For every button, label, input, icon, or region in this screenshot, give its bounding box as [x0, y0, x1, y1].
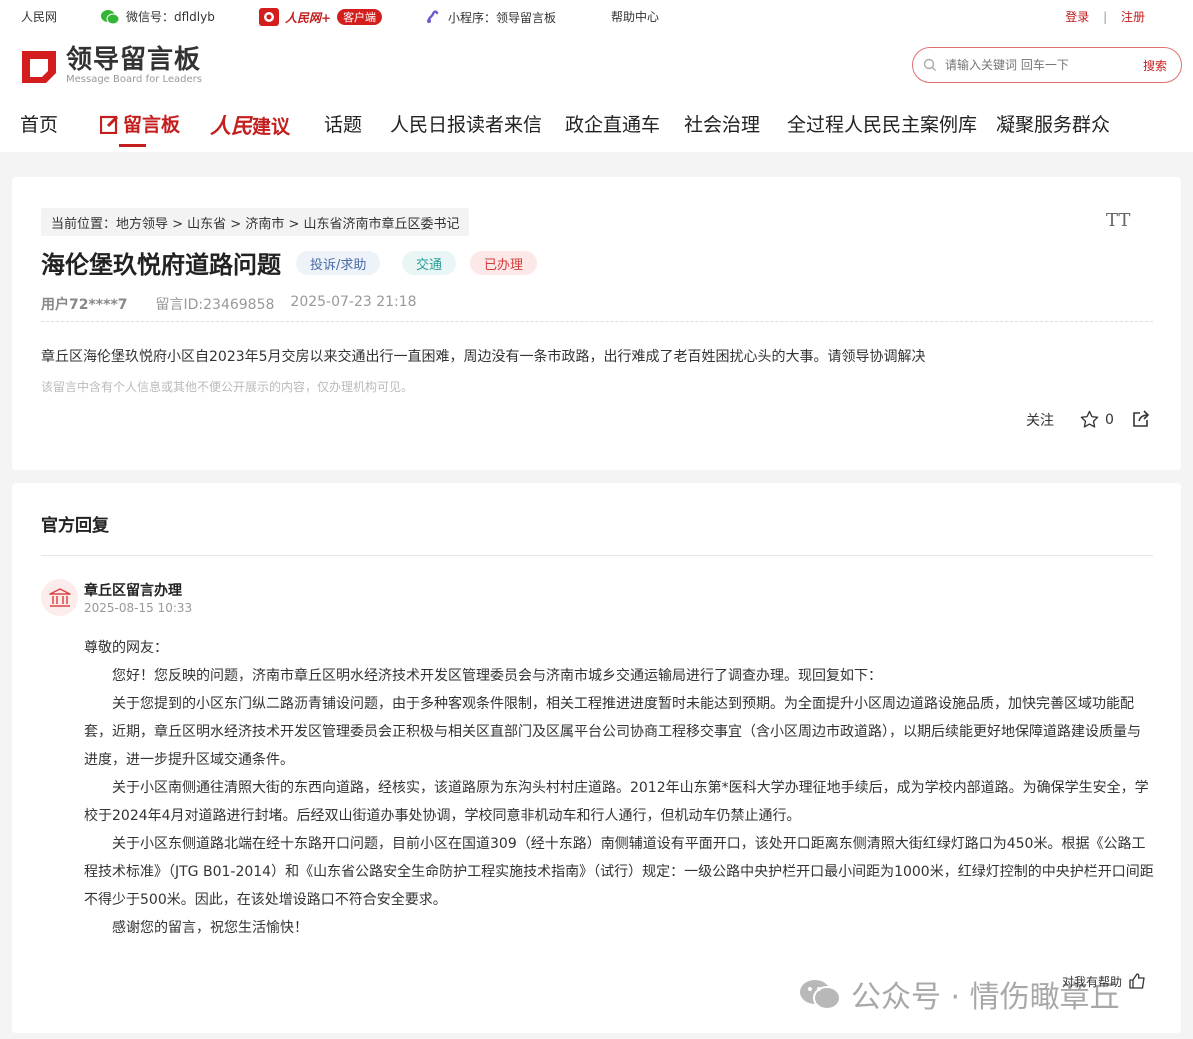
reply-section-title: 官方回复	[41, 516, 109, 536]
nav-item-topics[interactable]: 话题	[324, 110, 362, 137]
logo-title: 领导留言板	[66, 45, 202, 75]
wechat-icon	[101, 9, 120, 24]
site-link[interactable]: 人民网	[21, 8, 57, 25]
nav-label-message-board: 留言板	[123, 114, 181, 136]
post-id: 留言ID:23469858	[155, 297, 275, 313]
wechat-link[interactable]: 微信号：dfldlyb	[100, 8, 215, 25]
help-label: 帮助中心	[611, 10, 660, 24]
nav-item-democracy-cases[interactable]: 全过程人民民主案例库	[787, 110, 977, 137]
site-logo[interactable]: 领导留言板 Message Board for Leaders	[20, 46, 202, 86]
like-button[interactable]: 0	[1080, 410, 1114, 429]
font-size-toggle-icon[interactable]: TT	[1106, 210, 1130, 231]
edit-icon	[100, 115, 119, 134]
site-label: 人民网	[21, 10, 58, 24]
tag-status: 已办理	[470, 251, 538, 275]
star-icon	[1080, 410, 1099, 428]
reply-body: 尊敬的网友： 您好！您反映的问题，济南市章丘区明水经济技术开发区管理委员会与济南…	[84, 634, 1154, 942]
help-link[interactable]: 帮助中心	[611, 8, 659, 25]
reply-paragraph: 关于小区东侧道路北端在经十东路开口问题，目前小区在国道309（经十东路）南侧辅道…	[84, 836, 1154, 908]
wechat-label: 微信号：dfldlyb	[126, 10, 215, 24]
register-link[interactable]: 注册	[1121, 10, 1145, 24]
wechat-watermark-icon	[800, 980, 841, 1010]
government-building-icon	[48, 587, 71, 607]
nav-item-serve-masses[interactable]: 凝聚服务群众	[996, 110, 1110, 137]
logo-mark-icon	[22, 51, 56, 83]
miniprogram-link[interactable]: 小程序：领导留言板	[424, 8, 556, 26]
divider	[41, 321, 1153, 322]
post-user: 用户72****7	[41, 297, 128, 313]
nav-item-home[interactable]: 首页	[20, 110, 58, 137]
logo-subtitle: Message Board for Leaders	[66, 74, 203, 85]
reply-org: 章丘区留言办理	[84, 583, 182, 599]
nav-item-readers-letters[interactable]: 人民日报读者来信	[390, 110, 542, 137]
nav-item-message-board[interactable]: 留言板	[100, 110, 180, 137]
auth-links: 登录 | 注册	[1065, 8, 1145, 25]
privacy-note: 该留言中含有个人信息或其他不便公开展示的内容，仅办理机构可见。	[41, 380, 414, 394]
nav-brand-prefix: 人民	[210, 113, 252, 138]
share-button[interactable]	[1132, 410, 1150, 428]
auth-divider: |	[1103, 10, 1108, 24]
share-icon	[1133, 410, 1150, 427]
active-nav-underline	[119, 144, 146, 147]
follow-label: 关注	[1026, 413, 1054, 429]
thumbs-up-icon	[1129, 973, 1145, 989]
breadcrumb[interactable]: 当前位置：地方领导 > 山东省 > 济南市 > 山东省济南市章丘区委书记	[41, 208, 470, 236]
nav-item-enterprise[interactable]: 政企直通车	[565, 110, 660, 137]
app-badge: 客户端	[337, 9, 383, 25]
site-header: 人民网 微信号：dfldlyb 人民网+ 客户端 小程序：领导留言板 帮助中心 …	[0, 0, 1193, 152]
post-content: 章丘区海伦堡玖悦府小区自2023年5月交房以来交通出行一直困难，周边没有一条市政…	[41, 349, 926, 365]
app-name: 人民网+	[285, 10, 332, 25]
tag-field: 交通	[402, 251, 457, 275]
reply-greeting: 尊敬的网友：	[84, 640, 168, 656]
miniprogram-label: 小程序：领导留言板	[448, 10, 557, 25]
search-box: 搜索	[912, 47, 1182, 83]
search-icon	[923, 58, 936, 71]
like-count: 0	[1105, 411, 1114, 428]
post-meta: 用户72****7 留言ID:23469858 2025-07-23 21:18	[41, 294, 417, 314]
reply-paragraph: 关于您提到的小区东门纵二路沥青铺设问题，由于多种客观条件限制，相关工程推进进度暂…	[84, 696, 1141, 768]
login-link[interactable]: 登录	[1065, 10, 1089, 24]
tag-category: 投诉/求助	[296, 251, 381, 275]
search-input[interactable]	[945, 58, 1143, 72]
reply-paragraph: 感谢您的留言，祝您生活愉快！	[112, 920, 308, 936]
nav-item-people-suggestion[interactable]: 人民建议	[210, 110, 290, 140]
miniprogram-icon	[427, 10, 439, 23]
reply-paragraph: 您好！您反映的问题，济南市章丘区明水经济技术开发区管理委员会与济南市城乡交通运输…	[112, 668, 882, 684]
nav-item-governance[interactable]: 社会治理	[684, 110, 760, 137]
reply-paragraph: 关于小区南侧通往清照大街的东西向道路，经核实，该道路原为东沟头村村庄道路。201…	[84, 780, 1149, 824]
post-time: 2025-07-23 21:18	[290, 294, 417, 310]
helpful-button[interactable]: 对我有帮助	[1062, 972, 1146, 990]
app-link[interactable]: 人民网+ 客户端	[259, 8, 383, 26]
follow-button[interactable]: 关注	[1026, 410, 1054, 430]
nav-brand-suffix: 建议	[252, 116, 291, 138]
post-title: 海伦堡玖悦府道路问题	[41, 251, 281, 279]
search-button[interactable]: 搜索	[1143, 57, 1167, 74]
people-app-icon	[259, 8, 279, 26]
org-avatar	[41, 579, 78, 616]
divider	[41, 555, 1153, 556]
top-bar: 人民网 微信号：dfldlyb 人民网+ 客户端 小程序：领导留言板 帮助中心 …	[0, 0, 1193, 32]
helpful-label: 对我有帮助	[1062, 974, 1123, 989]
reply-date: 2025-08-15 10:33	[84, 601, 193, 615]
